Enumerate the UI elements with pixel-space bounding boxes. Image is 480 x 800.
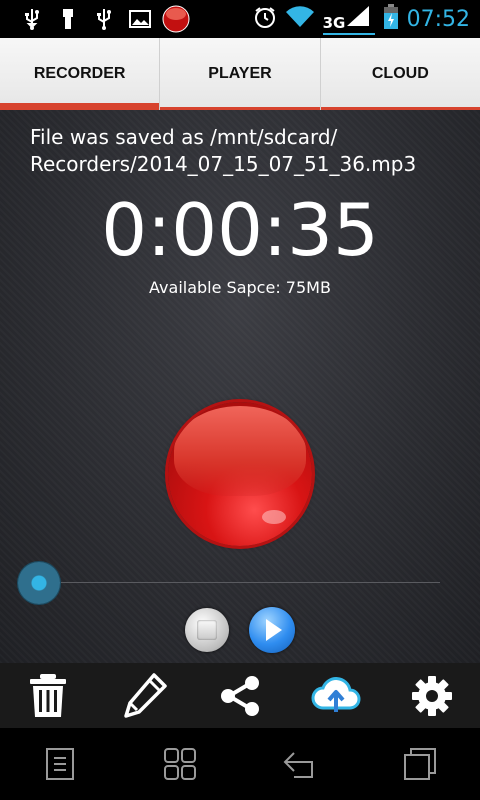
cloud-upload-button[interactable] xyxy=(306,666,366,726)
back-button[interactable] xyxy=(265,734,335,794)
recents-button[interactable] xyxy=(385,734,455,794)
pencil-icon xyxy=(124,672,167,718)
tab-recorder-label: RECORDER xyxy=(33,65,126,82)
data-activity-bar xyxy=(322,32,375,35)
menu-icon xyxy=(46,748,74,780)
delete-button[interactable] xyxy=(18,666,78,726)
share-icon xyxy=(221,675,259,716)
image-icon xyxy=(122,0,158,38)
menu-button[interactable] xyxy=(25,734,95,794)
battery-charging-icon xyxy=(383,4,399,34)
share-button[interactable] xyxy=(210,666,270,726)
available-space-label: Available Sapce: 75MB xyxy=(149,278,331,297)
wifi-icon xyxy=(285,6,315,32)
tab-player-label: PLAYER xyxy=(208,65,272,82)
settings-button[interactable] xyxy=(402,666,462,726)
usb-stick-icon xyxy=(50,0,86,38)
tab-bar: RECORDER PLAYER CLOUD xyxy=(0,38,480,110)
back-icon xyxy=(283,752,313,778)
alarm-icon xyxy=(253,5,277,33)
gear-icon xyxy=(412,675,452,716)
record-app-icon xyxy=(158,0,194,38)
tab-cloud-label: CLOUD xyxy=(371,65,429,82)
rename-button[interactable] xyxy=(114,666,174,726)
network-indicator: 3G xyxy=(322,4,375,35)
status-clock: 07:52 xyxy=(406,6,470,32)
network-type: 3G xyxy=(322,13,346,32)
system-nav-bar xyxy=(0,728,480,800)
progress-track[interactable] xyxy=(40,582,440,583)
tab-recorder[interactable]: RECORDER xyxy=(0,38,161,110)
action-toolbar xyxy=(0,663,480,728)
elapsed-timer: 0:00:35 xyxy=(101,188,379,272)
trash-icon xyxy=(30,673,66,717)
recorder-panel: File was saved as /mnt/sdcard/ Recorders… xyxy=(0,110,480,663)
play-icon xyxy=(266,619,282,641)
recents-icon xyxy=(404,748,436,780)
usb-icon xyxy=(14,0,50,38)
record-button[interactable] xyxy=(168,402,312,546)
usb-icon xyxy=(86,0,122,38)
saved-file-message: File was saved as /mnt/sdcard/ Recorders… xyxy=(30,125,417,176)
grid-icon xyxy=(164,748,196,780)
stop-button[interactable] xyxy=(185,608,229,652)
signal-icon xyxy=(345,4,371,32)
progress-thumb[interactable] xyxy=(18,562,60,604)
cloud-upload-icon xyxy=(311,676,361,712)
tab-cloud[interactable]: CLOUD xyxy=(320,38,480,110)
status-bar: 3G 07:52 xyxy=(0,0,480,38)
play-button[interactable] xyxy=(249,607,295,653)
tab-player[interactable]: PLAYER xyxy=(160,38,321,110)
tab-indicator xyxy=(0,103,160,110)
stop-icon xyxy=(197,620,217,640)
recent-apps-grid-button[interactable] xyxy=(145,734,215,794)
